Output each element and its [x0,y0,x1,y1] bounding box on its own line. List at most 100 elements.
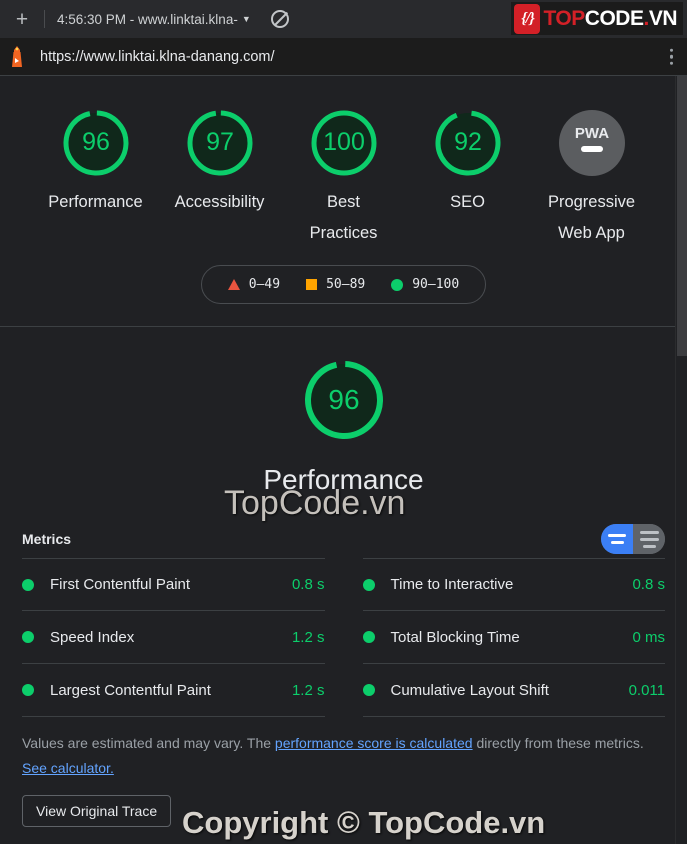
metric-row[interactable]: First Contentful Paint 0.8 s [22,558,325,611]
status-pass-icon [362,684,375,696]
metrics-disclaimer: Values are estimated and may vary. The p… [0,717,687,781]
gauge-label: SEO [450,193,485,211]
metric-value: 1.2 s [291,628,325,646]
gauge-value: 96 [82,128,110,156]
legend-item-pass: 90–100 [391,277,459,292]
status-pass-icon [22,631,34,643]
gauge-label-line2: Web App [558,223,625,242]
collapsed-rows-icon[interactable] [633,524,665,554]
metric-row[interactable]: Cumulative Layout Shift 0.011 [362,664,665,717]
score-legend: 0–49 50–89 90–100 [200,265,487,304]
gauge-performance-ring: 96 [37,102,155,184]
legend-range: 0–49 [248,277,281,292]
view-original-trace-button[interactable]: View Original Trace [22,795,172,827]
triangle-icon [227,279,240,290]
category-title: Performance [263,464,424,495]
square-icon [306,279,318,290]
no-entry-icon[interactable] [270,10,289,28]
kebab-menu-icon[interactable] [669,48,673,65]
legend-item-average: 50–89 [306,277,365,292]
gauge-label-line2: Practices [309,223,378,242]
metric-row[interactable]: Largest Contentful Paint 1.2 s [22,664,325,717]
topcode-logo: {/} TOPCODE.VN [511,2,683,35]
metric-name: First Contentful Paint [50,576,191,593]
metric-name: Speed Index [50,628,135,646]
lighthouse-report: 96 Performance 97 Accessibility 100 Best… [0,76,687,827]
gauge-label: Best [326,193,361,211]
metric-row[interactable]: Time to Interactive 0.8 s [362,558,665,611]
performance-score-link[interactable]: performance score is calculated [275,735,473,751]
logo-vn-text: VN [648,7,678,30]
chevron-down-icon[interactable]: ▼ [238,14,257,24]
metric-value: 0 ms [632,628,665,646]
url-text[interactable]: https://www.linktai.klna-danang.com/ [34,49,275,65]
expanded-rows-icon[interactable] [601,524,633,554]
browser-tab-strip: + 4:56:30 PM - www.linktai.klna- ▼ {/} T… [0,0,687,38]
gauge-value: 97 [206,128,234,156]
logo-badge-icon: {/} [514,3,541,34]
see-calculator-link[interactable]: See calculator. [22,760,114,776]
gauge-best-practices[interactable]: 100 Best Practices [285,102,403,245]
gauge-arc: 97 [187,110,252,176]
legend-range: 50–89 [326,277,366,292]
trace-button-row: View Original Trace [0,781,687,827]
url-bar: https://www.linktai.klna-danang.com/ [0,38,687,76]
metric-value: 0.8 s [291,576,325,593]
gauge-value: 92 [454,128,482,156]
gauge-seo-ring: 92 [409,102,527,184]
gauge-arc: 96 [62,110,128,176]
gauge-performance[interactable]: 96 Performance [37,102,155,245]
category-score: 96 [328,384,359,415]
metrics-column-right: Time to Interactive 0.8 s Total Blocking… [362,558,665,717]
lighthouse-icon [0,45,34,68]
status-pass-icon [362,631,375,643]
metric-name: Total Blocking Time [390,628,520,646]
logo-wordmark: TOPCODE.VN [543,8,677,29]
metrics-column-left: First Contentful Paint 0.8 s Speed Index… [22,558,325,717]
metric-row[interactable]: Speed Index 1.2 s [22,611,325,664]
gauge-seo[interactable]: 92 SEO [409,102,527,245]
status-pass-icon [22,684,34,696]
category-gauge: 96 [304,361,383,439]
metric-row[interactable]: Total Blocking Time 0 ms [362,611,665,664]
logo-top-text: TOP [543,7,585,30]
gauge-label: Performance [48,193,143,211]
score-gauges: 96 Performance 97 Accessibility 100 Best… [0,76,687,249]
page-scrollbar[interactable] [675,76,687,844]
disclaimer-text-2: directly from these metrics. [472,735,644,751]
status-pass-icon [22,578,34,591]
metric-name: Largest Contentful Paint [50,681,211,699]
gauge-accessibility-ring: 97 [161,102,279,184]
gauge-pwa-ring: PWA [533,102,651,184]
metrics-grid: First Contentful Paint 0.8 s Speed Index… [0,558,687,717]
scrollbar-thumb[interactable] [677,76,687,356]
disclaimer-text-1: Values are estimated and may vary. The [22,735,275,751]
status-pass-icon [362,578,375,591]
gauge-best-practices-ring: 100 [285,102,403,184]
gauge-label: Accessibility [174,193,265,211]
circle-icon [391,278,404,291]
gauge-arc: 100 [311,110,376,176]
gauge-label: Progressive [547,193,636,211]
gauge-pwa-badge: PWA [558,110,625,176]
metric-value: 0.8 s [632,576,665,593]
gauge-arc: 92 [435,110,500,176]
metric-name: Cumulative Layout Shift [390,681,549,699]
new-tab-button[interactable]: + [0,0,44,38]
metric-value: 0.011 [628,681,665,699]
metric-name: Time to Interactive [390,576,514,593]
gauge-value: PWA [574,125,608,142]
metrics-header: Metrics [0,506,687,558]
score-legend-row: 0–49 50–89 90–100 [0,249,687,326]
gauge-accessibility[interactable]: 97 Accessibility [161,102,279,245]
metrics-view-toggle[interactable] [601,524,665,554]
logo-code-text: CODE [584,7,644,30]
gauge-pwa[interactable]: PWA Progressive Web App [533,102,651,245]
metric-value: 1.2 s [291,681,325,699]
gauge-value: 100 [323,128,365,156]
legend-range: 90–100 [412,277,460,292]
metrics-heading: Metrics [22,531,72,547]
category-performance-header: 96 Performance [0,327,687,506]
legend-item-fail: 0–49 [227,277,281,292]
active-tab-title[interactable]: 4:56:30 PM - www.linktai.klna- [45,12,238,27]
